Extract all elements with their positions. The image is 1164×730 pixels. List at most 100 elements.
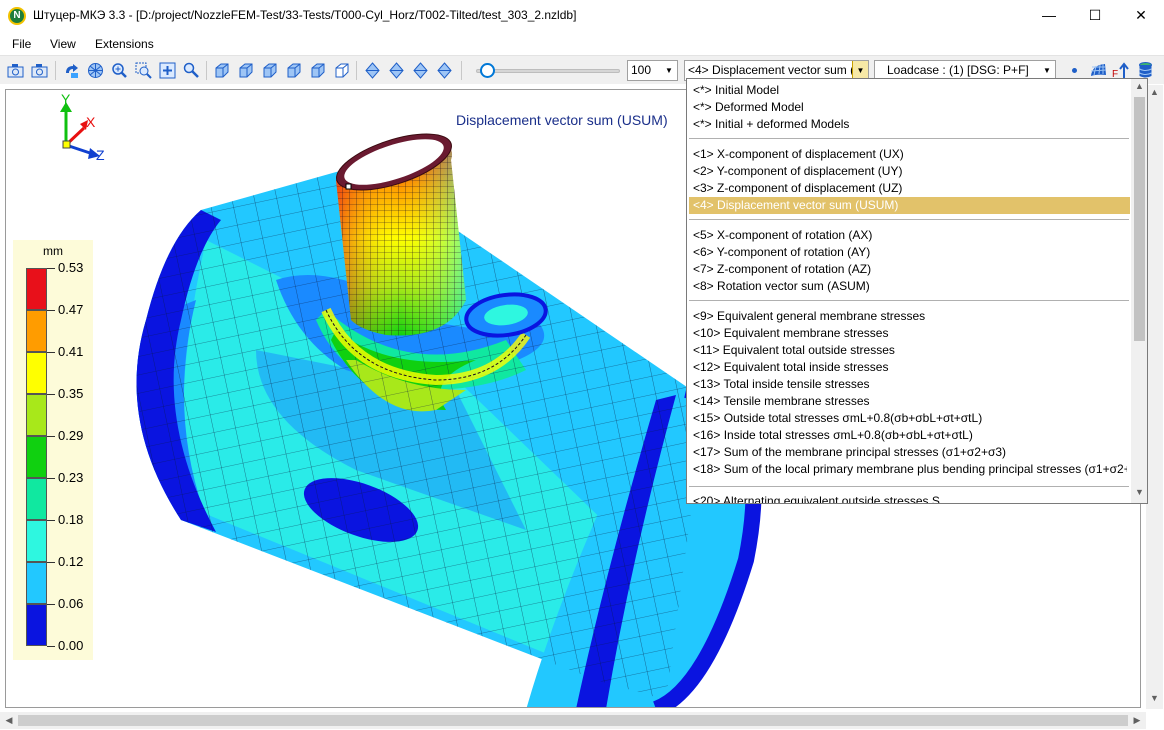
dropdown-option[interactable]: <15> Outside total stresses σmL+0.8(σb+σ…	[687, 410, 1127, 427]
rotate-icon[interactable]	[62, 61, 81, 80]
view-front-icon[interactable]	[212, 61, 231, 80]
view-bottom-icon[interactable]	[332, 61, 351, 80]
chevron-down-icon[interactable]: ▼	[661, 61, 677, 80]
legend-value: 0.29	[58, 428, 84, 443]
zoom-combo-value: 100	[631, 63, 652, 77]
legend-value: 0.47	[58, 302, 84, 317]
view-back-icon[interactable]	[236, 61, 255, 80]
axis-y-label: Y	[61, 91, 71, 107]
dropdown-separator	[689, 300, 1129, 301]
dropdown-option[interactable]: <1> X-component of displacement (UX)	[687, 146, 1127, 163]
dropdown-option[interactable]: <7> Z-component of rotation (AZ)	[687, 261, 1127, 278]
dropdown-option[interactable]: <12> Equivalent total inside stresses	[687, 359, 1127, 376]
camera-print-icon[interactable]	[30, 61, 49, 80]
legend-swatch	[26, 436, 47, 478]
dropdown-scroll-thumb[interactable]	[1134, 97, 1145, 341]
iso-view-1-icon[interactable]	[363, 61, 382, 80]
zoom-in-icon[interactable]	[110, 61, 129, 80]
dropdown-option[interactable]: <6> Y-component of rotation (AY)	[687, 244, 1127, 261]
legend-value: 0.12	[58, 554, 84, 569]
viewport-horizontal-scrollbar[interactable]: ◀ ▶	[0, 712, 1146, 729]
title-bar: N Штуцер-МКЭ 3.3 - [D:/project/NozzleFEM…	[0, 0, 1164, 31]
axis-triad: Y X Z	[60, 91, 105, 163]
dropdown-separator	[689, 219, 1129, 220]
minimize-button[interactable]: —	[1026, 0, 1072, 31]
iso-view-2-icon[interactable]	[387, 61, 406, 80]
menu-extensions[interactable]: Extensions	[95, 37, 154, 51]
zoom-combo[interactable]: 100 ▼	[627, 60, 678, 81]
dropdown-option[interactable]: <10> Equivalent membrane stresses	[687, 325, 1127, 342]
iso-view-3-icon[interactable]	[411, 61, 430, 80]
view-left-icon[interactable]	[260, 61, 279, 80]
horizontal-scroll-thumb[interactable]	[18, 715, 1128, 726]
result-combo-value: <4> Displacement vector sum (	[688, 63, 855, 77]
zoom-fit-icon[interactable]	[158, 61, 177, 80]
close-button[interactable]: ✕	[1118, 0, 1164, 31]
scroll-up-icon[interactable]: ▲	[1131, 81, 1147, 91]
legend-tick	[47, 562, 55, 563]
legend-tick	[47, 394, 55, 395]
result-type-label: Displacement vector sum (USUM)	[456, 112, 668, 128]
legend-swatch	[26, 478, 47, 520]
legend-swatch	[26, 520, 47, 562]
window-title: Штуцер-МКЭ 3.3 - [D:/project/NozzleFEM-T…	[33, 8, 577, 22]
scroll-down-icon[interactable]: ▼	[1146, 693, 1163, 703]
dropdown-separator	[689, 486, 1129, 487]
scale-slider-thumb[interactable]	[480, 63, 495, 78]
scroll-up-icon[interactable]: ▲	[1146, 87, 1163, 97]
dropdown-option[interactable]: <*> Initial + deformed Models	[687, 116, 1127, 133]
legend-swatch	[26, 310, 47, 352]
dropdown-option[interactable]: <5> X-component of rotation (AX)	[687, 227, 1127, 244]
menu-view[interactable]: View	[50, 37, 76, 51]
result-type-dropdown[interactable]: <*> Initial Model <*> Deformed Model <*> I…	[686, 78, 1148, 504]
iso-view-4-icon[interactable]	[435, 61, 454, 80]
menu-file[interactable]: File	[12, 37, 31, 51]
legend-swatch	[26, 394, 47, 436]
dropdown-option[interactable]: <20> Alternating equivalent outside stre…	[687, 493, 1127, 503]
toolbar-separator	[55, 61, 56, 80]
dropdown-option[interactable]: <13> Total inside tensile stresses	[687, 376, 1127, 393]
mesh-icon[interactable]	[86, 61, 105, 80]
legend-value: 0.23	[58, 470, 84, 485]
view-top-icon[interactable]	[308, 61, 327, 80]
dropdown-option[interactable]: <14> Tensile membrane stresses	[687, 393, 1127, 410]
legend-swatch	[26, 562, 47, 604]
dropdown-option[interactable]: <*> Deformed Model	[687, 99, 1127, 116]
dropdown-option[interactable]: <9> Equivalent general membrane stresses	[687, 308, 1127, 325]
legend-value: 0.35	[58, 386, 84, 401]
legend-value: 0.06	[58, 596, 84, 611]
pan-icon[interactable]	[182, 61, 201, 80]
toolbar-separator	[461, 61, 462, 80]
dropdown-scrollbar[interactable]: ▲ ▼	[1131, 79, 1147, 503]
scroll-down-icon[interactable]: ▼	[1131, 487, 1147, 497]
legend-tick	[47, 520, 55, 521]
dropdown-option[interactable]: <11> Equivalent total outside stresses	[687, 342, 1127, 359]
dropdown-option[interactable]: <18> Sum of the local primary membrane p…	[687, 461, 1127, 478]
legend-value: 0.53	[58, 260, 84, 275]
loadcase-combo-value: Loadcase : (1) [DSG: P+F]	[887, 63, 1029, 77]
camera-save-icon[interactable]	[6, 61, 25, 80]
toolbar-separator	[356, 61, 357, 80]
dropdown-option[interactable]: <2> Y-component of displacement (UY)	[687, 163, 1127, 180]
dropdown-option[interactable]: <8> Rotation vector sum (ASUM)	[687, 278, 1127, 295]
dropdown-option[interactable]: <17> Sum of the membrane principal stres…	[687, 444, 1127, 461]
dropdown-option[interactable]: <4> Displacement vector sum (USUM)	[689, 197, 1130, 214]
zoom-window-icon[interactable]	[134, 61, 153, 80]
legend-unit: mm	[43, 244, 63, 258]
dropdown-option[interactable]: <*> Initial Model	[687, 82, 1127, 99]
menu-bar: File View Extensions	[0, 33, 1164, 55]
maximize-button[interactable]: ☐	[1072, 0, 1118, 31]
legend-swatch	[26, 352, 47, 394]
dropdown-option[interactable]: <16> Inside total stresses σmL+0.8(σb+σb…	[687, 427, 1127, 444]
legend-tick	[47, 604, 55, 605]
dropdown-option[interactable]: <3> Z-component of displacement (UZ)	[687, 180, 1127, 197]
dropdown-separator	[689, 138, 1129, 139]
scroll-right-icon[interactable]: ▶	[1131, 715, 1143, 726]
color-legend: mm 0.53 0.47 0.41 0.35 0.29 0.23 0.18 0.12 0.06 0…	[13, 240, 93, 660]
axis-z-label: Z	[96, 147, 105, 163]
viewport-vertical-scrollbar[interactable]: ▲ ▼	[1146, 85, 1163, 709]
legend-tick	[47, 310, 55, 311]
scale-slider-track[interactable]	[476, 69, 620, 73]
scroll-left-icon[interactable]: ◀	[3, 715, 15, 726]
view-right-icon[interactable]	[284, 61, 303, 80]
